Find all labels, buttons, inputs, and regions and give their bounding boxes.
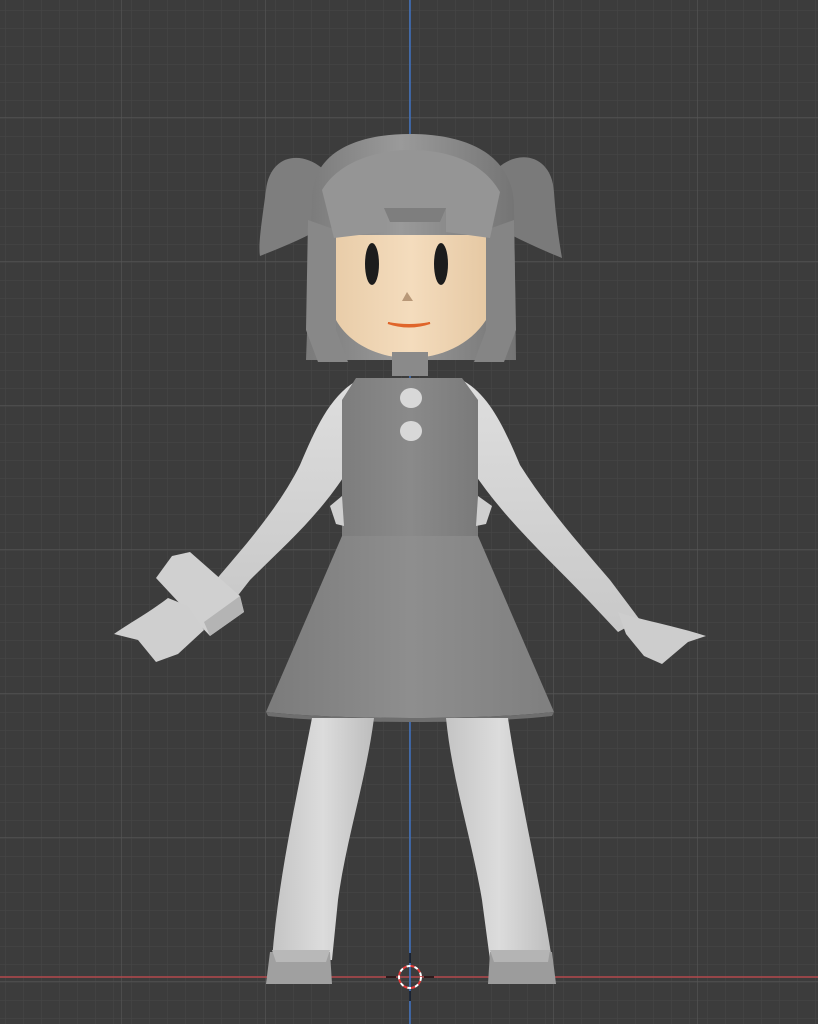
shoe-left-top (272, 950, 330, 962)
eye-left (365, 243, 379, 285)
hair-bangs-shade (384, 208, 446, 222)
face (336, 235, 486, 358)
dress-button-bottom (400, 421, 422, 441)
eye-right (434, 243, 448, 285)
shoe-right-top (490, 950, 550, 962)
dress-button-top (400, 388, 422, 408)
3d-viewport[interactable] (0, 0, 818, 1024)
viewport-canvas (0, 0, 818, 1024)
neck (392, 352, 428, 376)
